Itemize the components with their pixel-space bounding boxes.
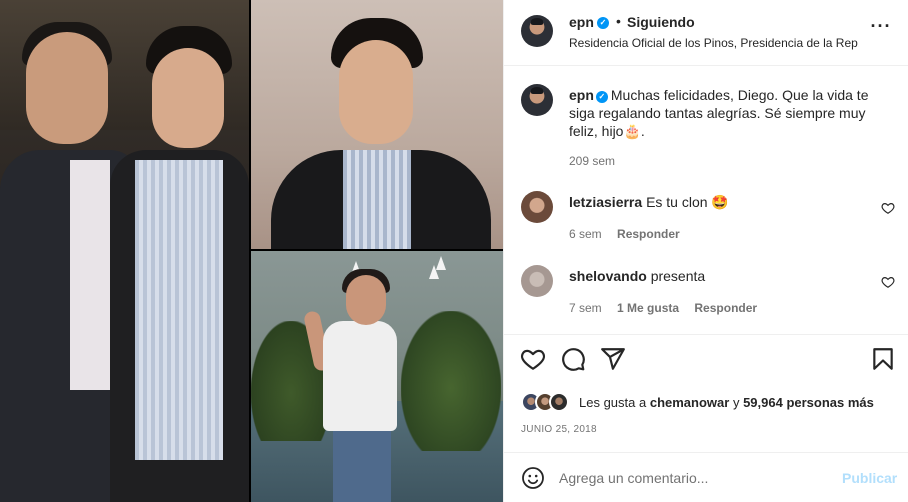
likes-summary[interactable]: Les gusta a chemanowar y 59,964 personas…: [521, 392, 901, 414]
comment-time[interactable]: 6 sem: [569, 227, 602, 241]
verified-icon: ✓: [597, 17, 609, 29]
location-link[interactable]: Residencia Oficial de los Pinos, Preside…: [569, 36, 859, 50]
post-actions: [504, 346, 908, 376]
share-icon[interactable]: [600, 346, 626, 372]
bookmark-icon[interactable]: [870, 346, 896, 372]
comment-username[interactable]: shelovando: [569, 268, 647, 284]
photo-father-and-son: [0, 0, 249, 502]
emoji-icon[interactable]: [521, 466, 545, 490]
verified-icon: ✓: [595, 91, 608, 103]
comment-body: Es tu clon 🤩: [646, 194, 729, 210]
liker-username[interactable]: chemanowar: [650, 395, 729, 410]
comment-text: letziasierra Es tu clon 🤩: [569, 193, 879, 211]
comments-section[interactable]: epn ✓ Muchas felicidades, Diego. Que la vi…: [504, 67, 908, 335]
reply-button[interactable]: Responder: [617, 227, 680, 241]
comment-composer: Publicar: [504, 452, 908, 502]
post-side-panel: epn ✓ • Siguiendo Residencia Oficial de …: [503, 0, 908, 502]
author-avatar[interactable]: [521, 15, 553, 47]
heart-icon[interactable]: [520, 346, 546, 372]
publish-button[interactable]: Publicar: [842, 470, 897, 486]
comment-input[interactable]: [559, 468, 829, 488]
caption-avatar[interactable]: [521, 84, 553, 116]
photo-lakeside: [251, 251, 503, 502]
post-media[interactable]: [0, 0, 503, 502]
likes-text: Les gusta a chemanowar y 59,964 personas…: [579, 395, 874, 410]
caption-username[interactable]: epn: [569, 87, 594, 103]
likes-count[interactable]: 59,964 personas más: [743, 395, 874, 410]
comment-text: shelovando presenta: [569, 267, 879, 285]
reply-button[interactable]: Responder: [694, 301, 757, 315]
comment-icon[interactable]: [560, 346, 586, 372]
comment-meta: 6 sem Responder: [569, 227, 692, 241]
commenter-avatar[interactable]: [521, 265, 553, 297]
photo-portrait: [251, 0, 503, 249]
author-username[interactable]: epn: [569, 14, 594, 30]
more-icon[interactable]: ···: [870, 17, 892, 41]
post-header: epn ✓ • Siguiendo Residencia Oficial de …: [504, 0, 908, 66]
comment-body: presenta: [650, 268, 706, 284]
comment-meta: 7 sem 1 Me gusta Responder: [569, 301, 769, 315]
caption-text: epn ✓ Muchas felicidades, Diego. Que la vi…: [569, 86, 879, 140]
commenter-avatar[interactable]: [521, 191, 553, 223]
liker-avatar: [549, 392, 569, 412]
comment-username[interactable]: letziasierra: [569, 194, 642, 210]
comment-likes[interactable]: 1 Me gusta: [617, 301, 679, 315]
header-separator: •: [616, 13, 621, 29]
like-comment-heart-icon[interactable]: [881, 201, 895, 215]
comment-time[interactable]: 7 sem: [569, 301, 602, 315]
caption-body: Muchas felicidades, Diego. Que la vida t…: [569, 87, 869, 139]
following-button[interactable]: Siguiendo: [627, 14, 695, 30]
post-date[interactable]: JUNIO 25, 2018: [521, 424, 597, 435]
caption-time[interactable]: 209 sem: [569, 154, 615, 168]
caption-meta: 209 sem: [569, 154, 627, 168]
like-comment-heart-icon[interactable]: [881, 275, 895, 289]
